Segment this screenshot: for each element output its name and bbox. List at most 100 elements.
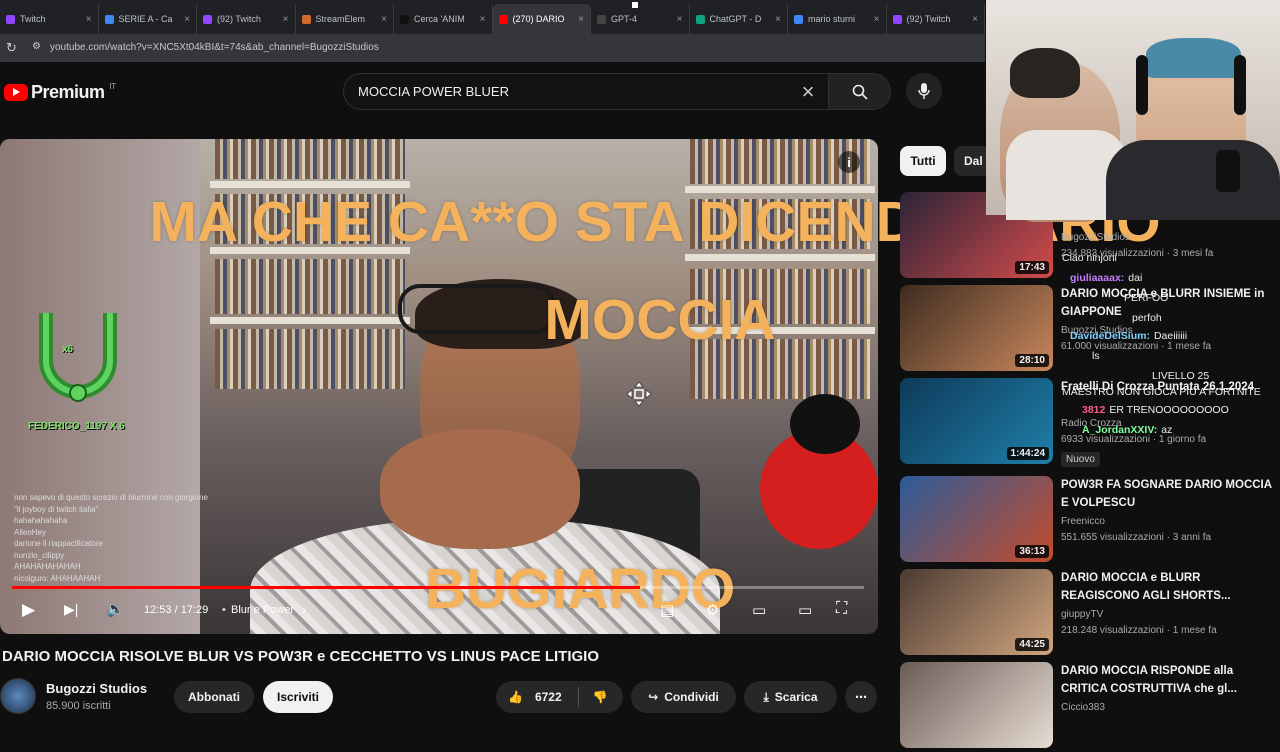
join-button[interactable]: Abbonati <box>174 681 254 713</box>
tab-close-icon[interactable]: × <box>578 14 584 25</box>
chat-text: Daeiiiiii <box>1153 330 1188 342</box>
headline-overlay-line2: MOCCIA <box>544 288 776 352</box>
stream-chat-message: DavideDelSium: Daeiiiiii <box>1070 330 1187 342</box>
chat-message: AHAHAHAHAHAH <box>14 562 81 571</box>
channel-name[interactable]: Bugozzi Studios <box>46 681 147 696</box>
tab-close-icon[interactable]: × <box>677 14 683 25</box>
thumbs-down-icon[interactable]: 👎 <box>593 690 608 704</box>
webcam-person-right-shirt <box>1106 140 1280 220</box>
tab-close-icon[interactable]: × <box>283 14 289 25</box>
subscribe-button[interactable]: Iscriviti <box>263 681 333 713</box>
miniplayer-icon[interactable]: ▭ <box>752 601 766 619</box>
url-text[interactable]: youtube.com/watch?v=XNC5Xt04kBI&t=74s&ab… <box>50 42 379 53</box>
subtitles-icon[interactable]: ▤ <box>660 601 674 619</box>
video-thumbnail[interactable]: 36:13 <box>900 476 1053 562</box>
tab-favicon-icon <box>400 14 409 24</box>
stream-chat-message: ls <box>1092 350 1100 362</box>
next-icon[interactable]: ▶| <box>64 601 78 618</box>
like-dislike-group: 👍 6722 👎 <box>496 681 623 713</box>
more-actions-button[interactable]: ⋯ <box>845 681 877 713</box>
chapter-chevron-icon[interactable]: › <box>302 602 306 617</box>
recommended-channel[interactable]: Freenicco <box>1061 516 1105 527</box>
progress-bar-fill[interactable] <box>12 586 640 589</box>
chip-all[interactable]: Tutti <box>900 146 946 176</box>
recommended-video[interactable]: 44:25 DARIO MOCCIA e BLURR REAGISCONO AGL… <box>900 569 1280 659</box>
recommended-title[interactable]: POW3R FA SOGNARE DARIO MOCCIA E VOLPESCU <box>1061 476 1276 512</box>
stream-chat-message: PERFOO <box>1124 292 1168 304</box>
tab-close-icon[interactable]: × <box>775 14 781 25</box>
chat-username: giuliaaaax: <box>1070 272 1125 284</box>
search-box[interactable]: MOCCIA POWER BLUER × <box>343 73 891 110</box>
tab-close-icon[interactable]: × <box>874 14 880 25</box>
chat-message: non sapevo di questo screzio di blurrone… <box>14 493 208 502</box>
tab-close-icon[interactable]: × <box>381 14 387 25</box>
search-button[interactable] <box>828 74 890 109</box>
browser-tab[interactable]: (270) DARIO × <box>492 4 591 34</box>
clear-search-icon[interactable]: × <box>788 79 828 105</box>
recommended-title[interactable]: DARIO MOCCIA e BLURR INSIEME in GIAPPONE <box>1061 285 1276 321</box>
recommended-video[interactable]: 36:13 POW3R FA SOGNARE DARIO MOCCIA E VOL… <box>900 476 1280 566</box>
thumbs-up-icon[interactable]: 👍 <box>508 690 523 704</box>
microphone-icon <box>918 83 930 99</box>
youtube-premium-logo[interactable]: Premium IT <box>4 82 116 103</box>
video-thumbnail[interactable]: 44:25 <box>900 569 1053 655</box>
volume-icon[interactable]: 🔈 <box>106 600 125 618</box>
stream-chat-message: perfoh <box>1132 312 1162 324</box>
tab-favicon-icon <box>794 14 803 24</box>
settings-gear-icon[interactable]: ⚙ <box>706 601 719 619</box>
chat-text: PERFOO <box>1124 292 1169 304</box>
reload-icon[interactable]: ↻ <box>6 40 17 56</box>
video-duration: 28:10 <box>1015 354 1049 367</box>
video-thumbnail[interactable] <box>900 662 1053 748</box>
share-icon: ↪ <box>648 690 659 704</box>
browser-tab[interactable]: Cerca 'ANIM × <box>394 4 493 34</box>
video-thumbnail[interactable]: 1:44:24 <box>900 378 1053 464</box>
tab-favicon-icon <box>498 14 508 24</box>
shelf-board <box>210 317 410 324</box>
search-input[interactable]: MOCCIA POWER BLUER <box>358 84 788 99</box>
browser-tab[interactable]: GPT-4 × <box>591 4 690 34</box>
tab-close-icon[interactable]: × <box>184 14 190 25</box>
tab-close-icon[interactable]: × <box>86 14 92 25</box>
play-icon[interactable]: ▶ <box>22 600 35 620</box>
fullscreen-icon[interactable]: ⛶ <box>836 600 847 618</box>
chat-text: dai <box>1128 272 1143 284</box>
chapter-title[interactable]: Blur e Power <box>231 604 294 616</box>
theater-mode-icon[interactable]: ▭ <box>798 601 812 619</box>
browser-tab[interactable]: SERIE A - Ca × <box>99 4 197 34</box>
download-button[interactable]: ⤓ Scarica <box>744 681 837 713</box>
share-button[interactable]: ↪ Condividi <box>631 681 736 713</box>
recommended-channel[interactable]: Ciccio383 <box>1061 702 1105 713</box>
channel-avatar[interactable] <box>0 678 36 714</box>
recommended-channel[interactable]: giuppyTV <box>1061 609 1103 620</box>
tab-close-icon[interactable]: × <box>972 14 978 25</box>
recommended-video[interactable]: DARIO MOCCIA RISPONDE alla CRITICA COSTR… <box>900 662 1280 752</box>
chat-message: "il joyboy di twitch italia" <box>14 504 99 514</box>
bookshelf <box>215 139 405 179</box>
mickey-plush-head <box>790 394 860 454</box>
info-icon[interactable]: i <box>838 151 860 173</box>
video-thumbnail[interactable]: 28:10 <box>900 285 1053 371</box>
browser-tab[interactable]: ChatGPT - D × <box>690 4 788 34</box>
tab-favicon-icon <box>203 14 212 24</box>
tab-favicon-icon <box>104 14 114 24</box>
recommended-title[interactable]: DARIO MOCCIA RISPONDE alla CRITICA COSTR… <box>1061 662 1276 698</box>
browser-tab[interactable]: (92) Twitch × <box>197 4 296 34</box>
browser-tab[interactable]: Twitch × <box>0 4 99 34</box>
browser-tab[interactable]: StreamElem × <box>296 4 394 34</box>
tab-favicon-icon <box>892 14 902 24</box>
recommended-meta: 218.248 visualizzazioni · 1 mese fa <box>1061 625 1217 636</box>
recommended-title[interactable]: DARIO MOCCIA e BLURR REAGISCONO AGLI SHO… <box>1061 569 1276 605</box>
tab-close-icon[interactable]: × <box>480 14 486 25</box>
like-count[interactable]: 6722 <box>535 690 562 704</box>
tab-favicon-icon <box>301 14 311 24</box>
browser-tab[interactable]: (92) Twitch × <box>887 4 985 34</box>
stream-chat-message: A_JordanXXIV: az <box>1082 424 1172 436</box>
recommended-channel[interactable]: BugozziStudios <box>1061 232 1130 243</box>
site-info-icon[interactable]: ⚙ <box>32 41 41 52</box>
chat-message: nicolguro: AHAHAAHAH <box>14 573 101 583</box>
address-bar[interactable]: ↻ ⚙ youtube.com/watch?v=XNC5Xt04kBI&t=74… <box>0 34 985 62</box>
player-controls: ▶ ▶| 🔈 12:53 / 17:29 • Blur e Power › ▤ … <box>0 598 878 626</box>
voice-search-button[interactable] <box>906 73 942 109</box>
browser-tab[interactable]: mario sturni × <box>788 4 887 34</box>
